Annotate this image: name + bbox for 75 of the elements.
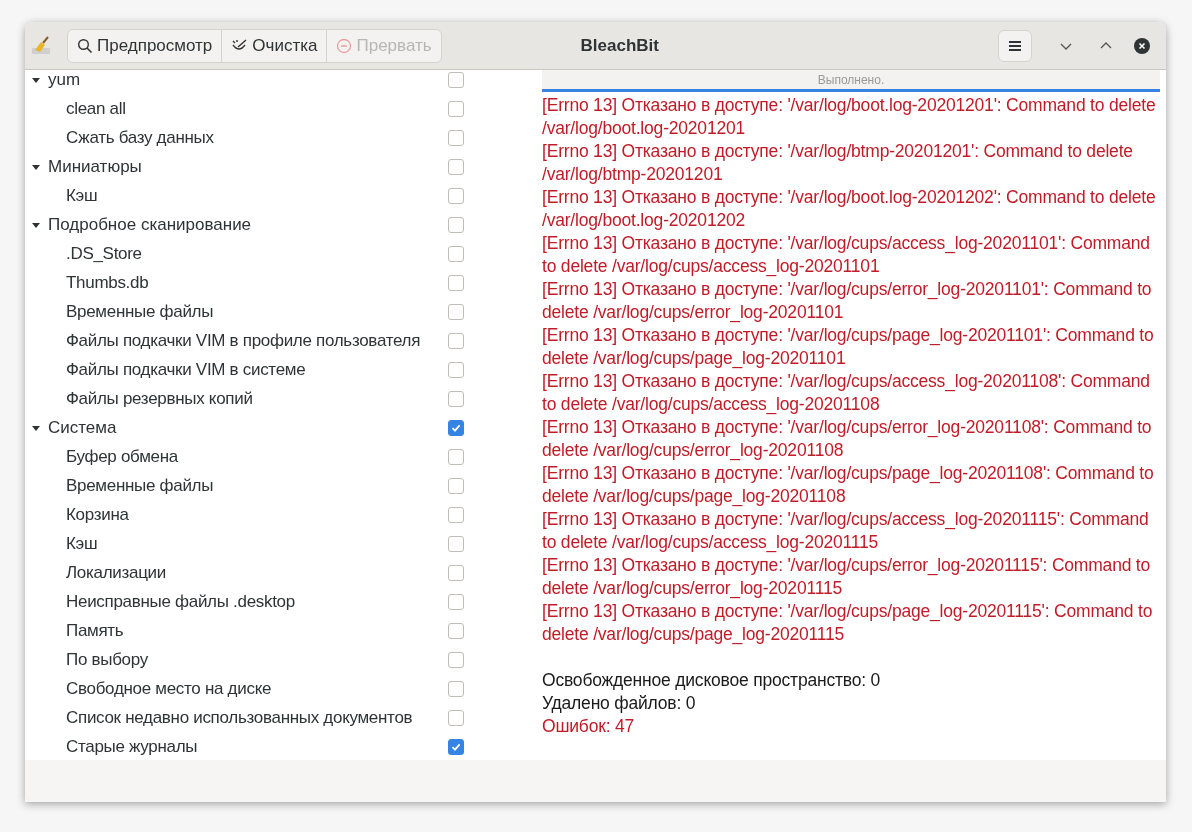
checkbox[interactable] [448,332,464,349]
checkbox[interactable] [448,738,464,755]
chevron-up-icon [1099,40,1113,51]
tree-item[interactable]: Список недавно использованных документов [66,704,448,731]
close-button[interactable] [1134,37,1150,54]
checkbox[interactable] [448,535,464,552]
search-icon [77,37,93,54]
checkbox[interactable] [448,100,464,117]
tree-item[interactable]: Буфер обмена [66,443,448,470]
error-message: [Errno 13] Отказано в доступе: '/var/log/cups/page_log-20201108': Command to delete /var/log/cups/page_log-20201108 [542,462,1155,508]
checkbox[interactable] [448,129,464,146]
tree-item[interactable]: Корзина [66,501,448,528]
checkbox[interactable] [448,390,464,407]
menu-icon [1008,39,1022,52]
error-message: [Errno 13] Отказано в доступе: '/var/log/cups/access_log-20201101': Command to delete /var/log/cups/access_log-20201101 [542,232,1151,278]
checkbox[interactable] [448,506,464,523]
checkbox[interactable] [448,274,464,291]
tree-item[interactable]: Старые журналы [66,733,448,760]
tree-item[interactable]: Миниатюры [48,153,448,180]
checkbox[interactable] [448,593,464,610]
checkbox[interactable] [448,303,464,320]
toolbar-button[interactable]: Предпросмотр [68,29,222,62]
checkbox[interactable] [448,477,464,494]
checkbox[interactable] [448,680,464,697]
tree-item[interactable]: Временные файлы [66,298,448,325]
broom-app-icon [31,35,53,56]
tree-item[interactable]: Файлы подкачки VIM в профиле пользователя [66,327,448,354]
checkbox[interactable] [448,564,464,581]
tree-item[interactable]: Thumbs.db [66,269,448,296]
tree-item[interactable]: Файлы резервных копий [66,385,448,412]
error-message: [Errno 13] Отказано в доступе: '/var/log/cups/page_log-20201101': Command to delete /var/log/cups/page_log-20201101 [542,324,1155,370]
menu-button[interactable] [998,29,1032,62]
tree-item[interactable]: .DS_Store [66,240,448,267]
tree-item[interactable]: Временные файлы [66,472,448,499]
error-message: [Errno 13] Отказано в доступе: '/var/log/cups/access_log-20201108': Command to delete /var/log/cups/access_log-20201108 [542,370,1151,416]
error-message: [Errno 13] Отказано в доступе: '/var/log/cups/error_log-20201101': Command to delete /var/log/cups/error_log-20201101 [542,278,1153,324]
error-message: [Errno 13] Отказано в доступе: '/var/log/cups/page_log-20201115': Command to delete /var/log/cups/page_log-20201115 [542,600,1154,646]
error-message: [Errno 13] Отказано в доступе: '/var/log/boot.log-20201202': Command to delete /var/log/boot.log-20201202 [542,186,1157,232]
log-message: Удалено файлов: 0 [542,692,697,715]
checkbox[interactable] [448,71,464,88]
error-message: [Errno 13] Отказано в доступе: '/var/log/cups/error_log-20201108': Command to delete /var/log/cups/error_log-20201108 [542,416,1153,462]
error-message: [Errno 13] Отказано в доступе: '/var/log/btmp-20201201': Command to delete /var/log/btmp-20201201 [542,140,1134,186]
stop-icon [336,37,353,54]
tree-item[interactable]: Подробное сканирование [48,211,448,238]
error-message: [Errno 13] Отказано в доступе: '/var/log/boot.log-20201201': Command to delete /var/log/boot.log-20201201 [542,94,1157,140]
error-message: Ошибок: 47 [542,715,636,738]
log-message: Освобожденное дисковое пространство: 0 [542,669,882,692]
error-message: [Errno 13] Отказано в доступе: '/var/log/cups/error_log-20201115': Command to delete /var/log/cups/error_log-20201115 [542,554,1152,600]
checkbox[interactable] [448,709,464,726]
checkbox[interactable] [448,419,464,436]
progress-text: Выполнено. [817,71,885,89]
tree-item[interactable]: Свободное место на диске [66,675,448,702]
tree-item[interactable]: Локализации [66,559,448,586]
tree-item[interactable]: Файлы подкачки VIM в системе [66,356,448,383]
window-title: BleachBit [580,34,659,57]
error-message: [Errno 13] Отказано в доступе: '/var/log/cups/access_log-20201115': Command to delete /var/log/cups/access_log-20201115 [542,508,1150,554]
tree-item[interactable]: По выбору [66,646,448,673]
checkbox[interactable] [448,245,464,262]
tree-item[interactable]: Сжать базу данных [66,124,448,151]
tree-item[interactable]: yum [48,66,448,93]
checkbox[interactable] [448,622,464,639]
checkbox[interactable] [448,651,464,668]
tree-item[interactable]: Память [66,617,448,644]
checkbox[interactable] [448,158,464,175]
checkbox[interactable] [448,361,464,378]
close-icon [1138,41,1146,50]
toolbar-button[interactable]: Очистка [221,29,327,62]
tree-item[interactable]: Кэш [66,530,448,557]
tree-item[interactable]: Кэш [66,182,448,209]
checkbox[interactable] [448,448,464,465]
tree-item[interactable]: clean all [66,95,448,122]
tree-item[interactable]: Неисправные файлы .desktop [66,588,448,615]
checkbox[interactable] [448,216,464,233]
checkbox[interactable] [448,187,464,204]
tree-item[interactable]: Система [48,414,448,441]
